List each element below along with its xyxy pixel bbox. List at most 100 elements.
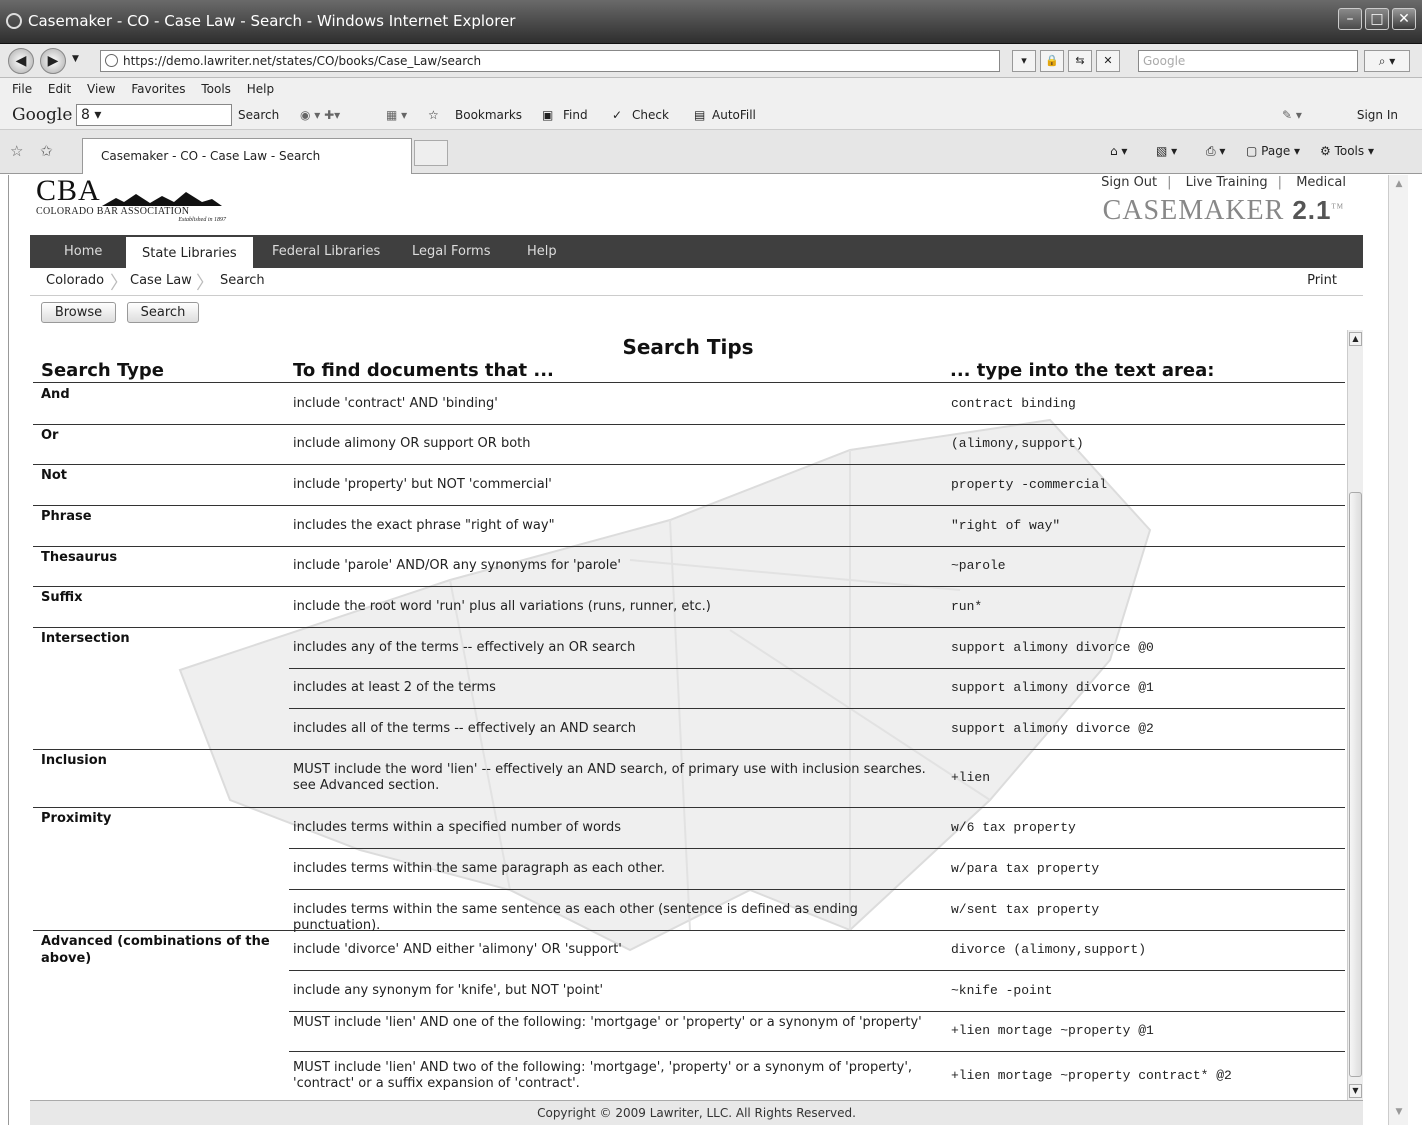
extras-icon[interactable]: ◉ ▾ ✚▾ — [300, 108, 340, 122]
menu-edit[interactable]: Edit — [36, 78, 71, 96]
tip-description: includes any of the terms -- effectively… — [293, 639, 636, 655]
sub-row-divider — [289, 848, 1345, 849]
address-tools: ▾ 🔒 ⇆ ✕ — [1012, 50, 1120, 72]
menu-favorites[interactable]: Favorites — [119, 78, 185, 96]
news-icon[interactable]: ▦ ▾ — [386, 108, 407, 122]
sign-in-button[interactable]: Sign In — [1357, 108, 1398, 122]
tip-query-example: divorce (alimony,support) — [951, 942, 1147, 957]
new-tab-button[interactable] — [414, 140, 448, 166]
tip-search-type: Inclusion — [41, 753, 107, 768]
window-titlebar: Casemaker - CO - Case Law - Search - Win… — [0, 0, 1422, 44]
sub-row-divider — [289, 889, 1345, 890]
cba-logo[interactable]: CBA COLORADO BAR ASSOCIATION Established… — [36, 176, 236, 228]
tab-casemaker[interactable]: Casemaker - CO - Case Law - Search — [82, 138, 412, 174]
settings-wrench-icon[interactable]: ✎ ▾ — [1282, 108, 1302, 122]
menu-view[interactable]: View — [75, 78, 115, 96]
refresh-icon[interactable]: ⇆ — [1068, 50, 1092, 72]
url-field[interactable]: https://demo.lawriter.net/states/CO/book… — [100, 50, 1000, 72]
page-menu-button[interactable]: ▢ Page ▾ — [1246, 144, 1300, 158]
tools-menu-button[interactable]: ⚙ Tools ▾ — [1320, 144, 1374, 158]
scroll-up-icon[interactable]: ▲ — [1349, 332, 1362, 346]
tip-description: include 'contract' AND 'binding' — [293, 395, 498, 411]
maximize-icon[interactable]: □ — [1365, 8, 1389, 30]
star-icon: ☆ — [428, 108, 439, 122]
medical-link[interactable]: Medical — [1296, 175, 1346, 190]
tip-search-type: Thesaurus — [41, 550, 118, 565]
menu-bar: File Edit View Favorites Tools Help — [0, 78, 1422, 100]
home-icon[interactable]: ⌂ ▾ — [1110, 144, 1127, 158]
google-search-button[interactable]: Search — [238, 108, 279, 122]
menu-help[interactable]: Help — [235, 78, 274, 96]
bookmarks-button[interactable]: Bookmarks — [455, 108, 522, 122]
google-search-box[interactable]: 8 ▾ — [76, 104, 232, 126]
crumb-colorado[interactable]: Colorado — [46, 273, 104, 288]
print-icon[interactable]: ⎙ ▾ — [1206, 144, 1225, 159]
search-input[interactable]: Google — [1138, 50, 1358, 72]
tip-description: include alimony OR support OR both — [293, 436, 531, 451]
crumb-case-law[interactable]: Case Law — [130, 273, 192, 288]
chevron-right-icon: 〉 — [110, 273, 128, 294]
tip-search-type: Or — [41, 428, 59, 443]
brand-name: CASEMAKER — [1102, 195, 1285, 226]
tips-scrollbar[interactable]: ▲ ▼ — [1347, 330, 1363, 1100]
tip-query-example: w/6 tax property — [951, 819, 1076, 835]
logo-org: COLORADO BAR ASSOCIATION — [36, 206, 190, 217]
nav-legal-forms[interactable]: Legal Forms — [412, 235, 491, 268]
forward-button[interactable]: ▶ — [40, 48, 66, 74]
copyright-footer: Copyright © 2009 Lawriter, LLC. All Righ… — [30, 1100, 1363, 1125]
nav-federal-libraries[interactable]: Federal Libraries — [272, 235, 380, 268]
browse-button[interactable]: Browse — [41, 302, 116, 323]
favorites-star-icon[interactable]: ☆ — [10, 142, 23, 160]
tip-query-example: +lien mortage ~property @1 — [951, 1023, 1154, 1038]
brand-tm: TM — [1331, 202, 1344, 211]
sub-row-divider — [289, 668, 1345, 669]
find-button[interactable]: Find — [563, 108, 588, 122]
row-divider — [33, 424, 1345, 425]
tip-query-example: contract binding — [951, 395, 1076, 411]
autofill-button[interactable]: AutoFill — [712, 108, 756, 122]
minimize-icon[interactable]: – — [1338, 8, 1362, 30]
google-toolbar: Google 8 ▾ Search ◉ ▾ ✚▾ ▦ ▾ ☆ Bookmarks… — [0, 100, 1422, 130]
page-icon — [105, 54, 118, 67]
lock-icon[interactable]: 🔒 — [1040, 50, 1064, 72]
scroll-thumb[interactable] — [1349, 492, 1362, 1077]
scroll-up-icon[interactable]: ▲ — [1392, 179, 1406, 193]
breadcrumb: Colorado 〉 Case Law 〉 Search Print — [30, 268, 1363, 296]
row-divider — [33, 627, 1345, 628]
casemaker-brand: CASEMAKER 2.1TM — [1103, 195, 1344, 227]
search-tips-panel: Search Tips Search Type To find document… — [30, 330, 1367, 1100]
tip-query-example: support alimony divorce @0 — [951, 639, 1154, 655]
nav-help[interactable]: Help — [527, 235, 557, 268]
tip-description: includes the exact phrase "right of way" — [293, 517, 555, 533]
scroll-down-icon[interactable]: ▼ — [1392, 1107, 1406, 1121]
menu-tools[interactable]: Tools — [189, 78, 231, 96]
stop-icon[interactable]: ✕ — [1096, 50, 1120, 72]
add-favorites-icon[interactable]: ✩ — [40, 142, 53, 160]
check-button[interactable]: Check — [632, 108, 669, 122]
sign-out-link[interactable]: Sign Out — [1101, 175, 1157, 190]
url-text: https://demo.lawriter.net/states/CO/book… — [123, 54, 482, 68]
print-link[interactable]: Print — [1307, 273, 1337, 288]
url-dropdown-icon[interactable]: ▾ — [1012, 50, 1036, 72]
nav-home[interactable]: Home — [64, 235, 102, 268]
tip-description: includes terms within the same sentence … — [293, 901, 858, 933]
search-icon[interactable]: ⌕ ▾ — [1364, 50, 1410, 72]
tools-menu-label: Tools — [1334, 144, 1365, 158]
close-icon[interactable]: ✕ — [1392, 8, 1416, 30]
back-button[interactable]: ◀ — [8, 48, 34, 74]
menu-file[interactable]: File — [0, 78, 32, 96]
scroll-down-icon[interactable]: ▼ — [1349, 1084, 1362, 1098]
history-dropdown-icon[interactable]: ▼ — [72, 54, 79, 64]
mountain-icon — [102, 192, 222, 206]
tip-query-example: ~knife -point — [951, 982, 1053, 998]
tip-description: includes at least 2 of the terms — [293, 680, 496, 695]
page-scrollbar[interactable]: ▲ ▼ — [1388, 175, 1408, 1125]
search-button[interactable]: Search — [127, 302, 199, 323]
nav-state-libraries[interactable]: State Libraries — [126, 235, 253, 268]
ie-icon — [6, 13, 22, 29]
tip-description: include 'property' but NOT 'commercial' — [293, 476, 552, 492]
live-training-link[interactable]: Live Training — [1186, 175, 1268, 190]
feeds-icon[interactable]: ▧ ▾ — [1156, 144, 1177, 158]
tip-query-example: +lien mortage ~property contract* @2 — [951, 1067, 1232, 1083]
row-divider — [33, 505, 1345, 506]
